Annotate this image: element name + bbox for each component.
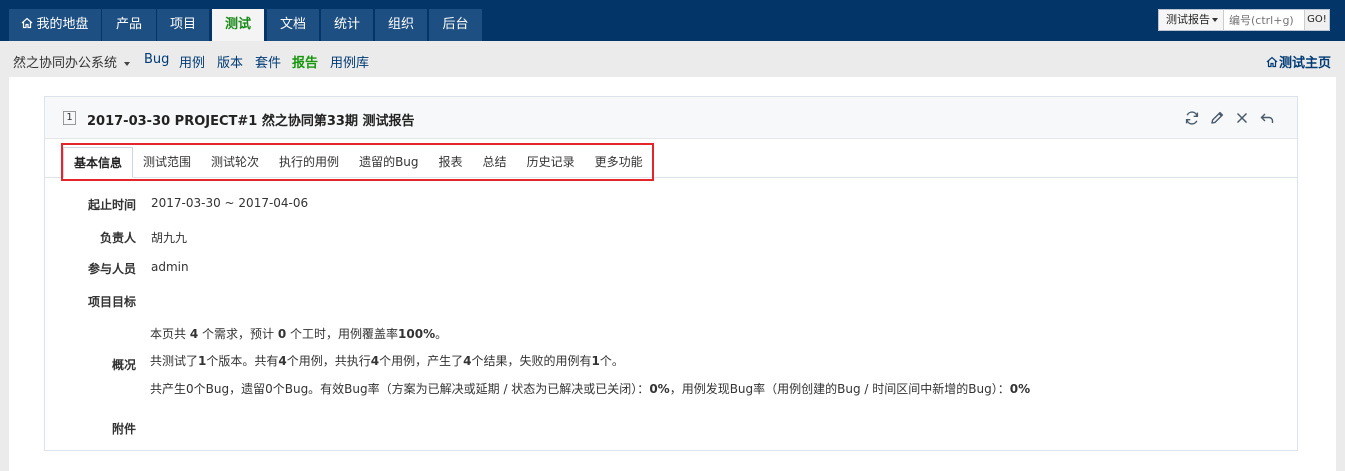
period-label: 起止时间: [87, 198, 136, 212]
result-count: 4: [463, 354, 472, 368]
search-id-input[interactable]: [1224, 10, 1304, 30]
test-home-label: 测试主页: [1278, 56, 1331, 71]
subnav-reports[interactable]: 报告: [292, 52, 318, 71]
report-title: 2017-03-30 PROJECT#1 然之协同第33期 测试报告: [87, 114, 415, 129]
subnav-builds[interactable]: 版本: [217, 52, 243, 71]
search-type-label: 测试报告: [1166, 13, 1210, 26]
subnav-cases[interactable]: 用例: [179, 52, 205, 71]
summary-line-3: 共产生0个Bug，遗留0个Bug。有效Bug率（方案为已解决或延期 / 状态为已…: [150, 380, 1030, 397]
home-icon: [1266, 56, 1278, 68]
case-bug-rate: 0%: [1009, 382, 1031, 396]
summary-text: 个版本。共有: [206, 354, 279, 368]
owner-value: 胡九九: [151, 231, 188, 245]
refresh-icon[interactable]: [1184, 110, 1200, 126]
summary-text: 。: [435, 327, 448, 341]
sub-navbar: 然之协同办公系统 Bug 用例 版本 套件 报告 用例库 测试主页: [0, 41, 1345, 77]
nav-tab-label: 文档: [279, 17, 306, 32]
top-navbar: 我的地盘 产品 项目 测试 文档 统计 组织 后台 测试报告 GO!: [0, 0, 1345, 41]
subnav-bug[interactable]: Bug: [144, 52, 169, 67]
nav-tab-label: 测试: [224, 17, 251, 32]
case-count: 4: [278, 354, 287, 368]
product-switcher[interactable]: 然之协同办公系统: [13, 52, 131, 71]
nav-tab-label: 后台: [442, 17, 469, 32]
back-arrow-icon[interactable]: [1259, 110, 1275, 126]
close-icon[interactable]: [1234, 110, 1250, 126]
summary-label: 概况: [111, 358, 136, 372]
nav-tab-project[interactable]: 项目: [157, 9, 209, 41]
summary-text: 个工时，用例覆盖率: [286, 327, 399, 341]
test-home-link[interactable]: 测试主页: [1266, 52, 1331, 71]
report-header: 1 2017-03-30 PROJECT#1 然之协同第33期 测试报告: [45, 97, 1297, 139]
nav-tab-test[interactable]: 测试: [212, 9, 264, 41]
subnav-suites[interactable]: 套件: [255, 52, 281, 71]
summary-text: 个结果，失败的用例有: [471, 354, 592, 368]
go-button[interactable]: GO!: [1304, 10, 1329, 30]
nav-tab-stats[interactable]: 统计: [321, 9, 373, 41]
search-type-dropdown[interactable]: 测试报告: [1159, 10, 1224, 30]
goal-label: 项目目标: [87, 295, 136, 309]
subnav-case-library[interactable]: 用例库: [330, 52, 369, 71]
report-id-badge: 1: [63, 111, 76, 125]
failed-case-count: 1: [591, 354, 600, 368]
summary-text: 个。: [599, 354, 624, 368]
caret-down-icon: [124, 61, 131, 66]
nav-tab-label: 统计: [333, 17, 360, 32]
members-label: 参与人员: [87, 262, 136, 276]
nav-tab-admin[interactable]: 后台: [429, 9, 482, 41]
summary-text: 共测试了: [150, 354, 199, 368]
case-coverage: 100%: [398, 327, 436, 341]
summary-text: 个用例，产生了: [379, 354, 464, 368]
quick-search: 测试报告 GO!: [1158, 9, 1330, 31]
effective-bug-rate: 0%: [649, 382, 670, 396]
requirement-count: 4: [189, 327, 199, 341]
product-name: 然之协同办公系统: [13, 56, 118, 71]
summary-text: 本页共: [150, 327, 190, 341]
caret-down-icon: [1212, 18, 1218, 22]
nav-tab-org[interactable]: 组织: [375, 9, 427, 41]
owner-label: 负责人: [99, 231, 136, 245]
period-value: 2017-03-30 ~ 2017-04-06: [151, 196, 309, 210]
summary-text: 个需求，预计: [198, 327, 278, 341]
members-value: admin: [151, 260, 189, 274]
edit-pencil-icon[interactable]: [1209, 110, 1225, 126]
nav-tab-my-dashboard[interactable]: 我的地盘: [9, 9, 101, 41]
home-icon: [22, 17, 33, 29]
nav-tab-product[interactable]: 产品: [102, 9, 156, 41]
run-count: 4: [370, 354, 380, 368]
tabs-highlight-box: [61, 143, 654, 181]
report-actions: [1184, 110, 1275, 126]
nav-tab-label: 项目: [169, 17, 196, 32]
estimate-hours: 0: [277, 327, 287, 341]
summary-line-1: 本页共 4 个需求，预计 0 个工时，用例覆盖率100%。: [150, 325, 447, 342]
summary-line-2: 共测试了1个版本。共有4个用例，共执行4个用例，产生了4个结果，失败的用例有1个…: [150, 352, 624, 369]
attachments-label: 附件: [111, 422, 136, 436]
summary-text: 个用例，共执行: [286, 354, 371, 368]
summary-text: ，用例发现Bug率（用例创建的Bug / 时间区间中新增的Bug）：: [669, 382, 1010, 396]
tab-basic-info[interactable]: 基本信息: [63, 147, 134, 178]
nav-tab-label: 组织: [387, 17, 414, 32]
nav-tab-label: 产品: [115, 17, 142, 32]
summary-text: 共产生0个Bug，遗留0个Bug。有效Bug率（方案为已解决或延期 / 状态为已…: [150, 382, 650, 396]
nav-tab-label: 我的地盘: [36, 17, 89, 32]
nav-tab-docs[interactable]: 文档: [267, 9, 319, 41]
